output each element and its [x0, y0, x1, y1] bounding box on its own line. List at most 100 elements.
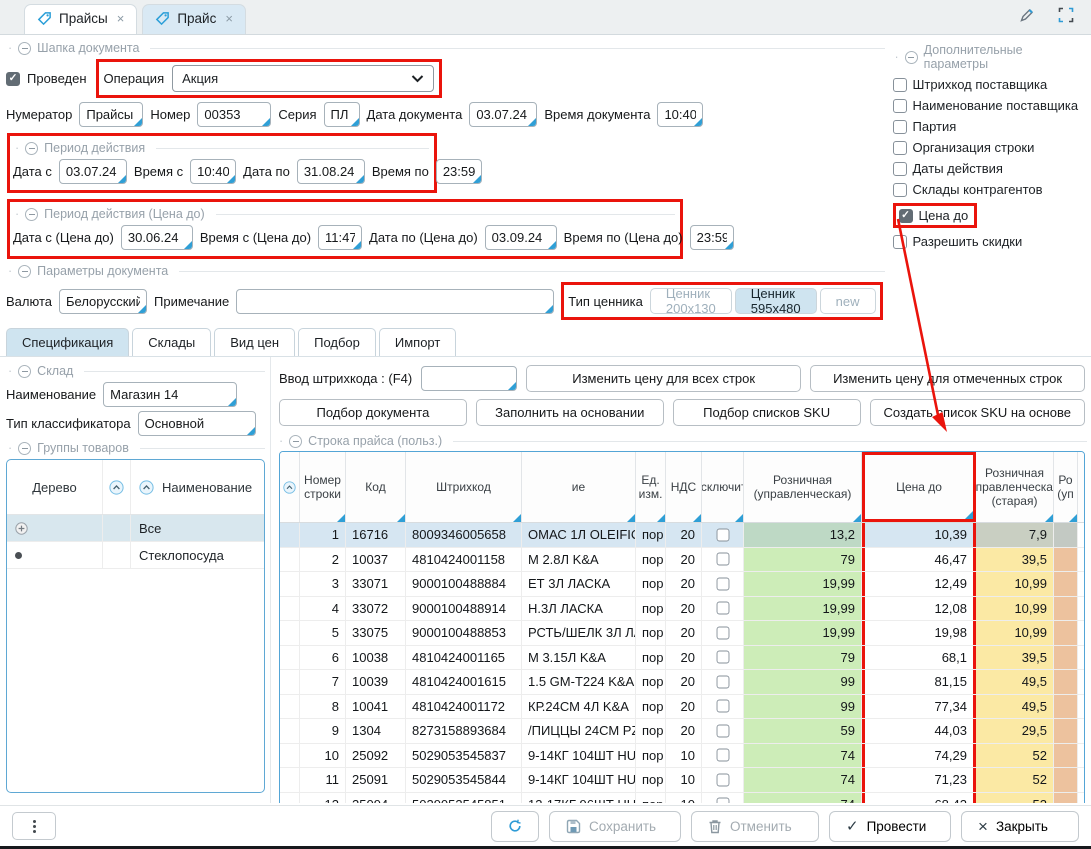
save-button[interactable]: Сохранить	[549, 811, 681, 842]
grid-col-barcode[interactable]: Штрихкод	[406, 452, 522, 522]
grid-cell-excl[interactable]	[702, 695, 744, 719]
change-price-button[interactable]: Изменить цену для всех строк	[526, 365, 801, 392]
extra-param-row[interactable]: Склады контрагентов	[893, 182, 1084, 197]
tab-pricelists[interactable]: Прайсы ×	[24, 4, 137, 34]
grid-row[interactable]: 112509150290535458449-14КГ 104ШТ HUGпор1…	[280, 768, 1084, 793]
grid-cell-excl[interactable]	[702, 646, 744, 670]
exclude-checkbox[interactable]	[716, 651, 729, 664]
checkbox[interactable]	[893, 235, 907, 249]
grid-cell-excl[interactable]	[702, 768, 744, 792]
post-button[interactable]: ✓ Провести	[829, 811, 951, 842]
tab-price[interactable]: Прайс ×	[142, 4, 246, 34]
grid-col-num[interactable]: Номер строки	[300, 452, 346, 522]
grid-cell-excl[interactable]	[702, 523, 744, 547]
doc-header-input[interactable]	[204, 107, 264, 122]
grid-cell-excl[interactable]	[702, 597, 744, 621]
checkbox[interactable]	[893, 78, 907, 92]
sort-icon[interactable]	[103, 460, 131, 514]
selection-button[interactable]: Подбор документа	[279, 399, 467, 426]
period-input[interactable]	[66, 164, 120, 179]
period-price-to-field[interactable]	[121, 225, 193, 250]
grid-cell-excl[interactable]	[702, 621, 744, 645]
grid-row[interactable]: 913048273158893684/ПИЦЦЫ 24СМ PZпор20594…	[280, 719, 1084, 744]
selection-button[interactable]: Создать список SKU на основе	[870, 399, 1085, 426]
grid-row[interactable]: 4330729000100488914Н.3Л ЛАСКАпор2019,991…	[280, 597, 1084, 622]
note-field[interactable]	[236, 289, 554, 314]
exclude-checkbox[interactable]	[716, 675, 729, 688]
exclude-checkbox[interactable]	[716, 602, 729, 615]
doc-header-field[interactable]	[197, 102, 271, 127]
exclude-checkbox[interactable]	[716, 700, 729, 713]
grid-col-sort[interactable]	[280, 452, 300, 522]
extra-param-row[interactable]: Разрешить скидки	[893, 234, 1084, 249]
grid-col-partial[interactable]: Ро (уп	[1054, 452, 1078, 522]
grid-col-code[interactable]: Код	[346, 452, 406, 522]
selection-button[interactable]: Подбор списков SKU	[673, 399, 861, 426]
collapse-icon[interactable]	[905, 51, 918, 64]
exclude-checkbox[interactable]	[716, 749, 729, 762]
checkbox[interactable]	[893, 141, 907, 155]
view-tab[interactable]: Склады	[132, 328, 211, 356]
doc-header-input[interactable]	[664, 107, 696, 122]
tree-cell[interactable]	[7, 515, 103, 541]
exclude-checkbox[interactable]	[716, 798, 729, 803]
checkbox[interactable]	[899, 209, 913, 223]
exclude-checkbox[interactable]	[716, 553, 729, 566]
grid-col-retail_old[interactable]: Розничная (управленческая) (старая)	[976, 452, 1054, 522]
price-tag-option[interactable]: new	[820, 288, 876, 314]
doc-header-field[interactable]	[324, 102, 360, 127]
period-field[interactable]	[190, 159, 236, 184]
period-price-to-field[interactable]	[318, 225, 362, 250]
cancel-button[interactable]: Отменить	[691, 811, 819, 842]
currency-input[interactable]	[66, 294, 140, 309]
collapse-icon[interactable]	[25, 142, 38, 155]
collapse-icon[interactable]	[289, 435, 302, 448]
extra-param-row[interactable]: Штрихкод поставщика	[893, 77, 1084, 92]
period-input[interactable]	[197, 164, 229, 179]
grid-cell-excl[interactable]	[702, 572, 744, 596]
goods-col-name[interactable]: Наименование	[131, 460, 264, 514]
grid-cell-excl[interactable]	[702, 548, 744, 572]
doc-header-field[interactable]	[469, 102, 537, 127]
doc-header-input[interactable]	[331, 107, 353, 122]
change-price-button[interactable]: Изменить цену для отмеченных строк	[810, 365, 1085, 392]
checkbox[interactable]	[893, 162, 907, 176]
goods-col-tree[interactable]: Дерево	[7, 460, 103, 514]
extra-param-row[interactable]: Партия	[893, 119, 1084, 134]
operation-select[interactable]: Акция	[172, 65, 434, 92]
edit-icon[interactable]	[1018, 6, 1036, 24]
barcode-entry-field[interactable]	[421, 366, 517, 391]
view-tab[interactable]: Вид цен	[214, 328, 295, 356]
grid-cell-excl[interactable]	[702, 744, 744, 768]
collapse-icon[interactable]	[18, 42, 31, 55]
doc-header-input[interactable]	[86, 107, 136, 122]
grid-row[interactable]: 102509250290535458379-14КГ 104ШТ HUGпор1…	[280, 744, 1084, 769]
grid-col-price_to[interactable]: Цена до	[862, 452, 976, 522]
exclude-checkbox[interactable]	[716, 773, 729, 786]
doc-header-field[interactable]	[79, 102, 143, 127]
currency-field[interactable]	[59, 289, 147, 314]
doc-header-field[interactable]	[657, 102, 703, 127]
period-price-to-field[interactable]	[485, 225, 557, 250]
goods-group-row[interactable]: Стеклопосуда	[7, 542, 264, 569]
collapse-icon[interactable]	[18, 365, 31, 378]
fullscreen-icon[interactable]	[1057, 6, 1075, 24]
doc-header-input[interactable]	[476, 107, 530, 122]
period-price-to-input[interactable]	[325, 230, 355, 245]
grid-row[interactable]: 3330719000100488884ЕТ 3Л ЛАСКАпор2019,99…	[280, 572, 1084, 597]
grid-row[interactable]: 71003948104240016151.5 GM-T224 K&Aпор209…	[280, 670, 1084, 695]
view-tab[interactable]: Импорт	[379, 328, 456, 356]
view-tab[interactable]: Подбор	[298, 328, 376, 356]
grid-col-excl[interactable]: Исключить	[702, 452, 744, 522]
collapse-icon[interactable]	[18, 442, 31, 455]
tree-cell[interactable]	[7, 542, 103, 568]
view-tab[interactable]: Спецификация	[6, 328, 129, 356]
note-input[interactable]	[243, 294, 547, 309]
classifier-input[interactable]	[145, 416, 249, 431]
collapse-icon[interactable]	[25, 208, 38, 221]
goods-group-row[interactable]: Все	[7, 515, 264, 542]
exclude-checkbox[interactable]	[716, 528, 729, 541]
checkbox[interactable]	[893, 120, 907, 134]
grid-col-name[interactable]: ие	[522, 452, 636, 522]
grid-col-vat[interactable]: НДС	[666, 452, 702, 522]
